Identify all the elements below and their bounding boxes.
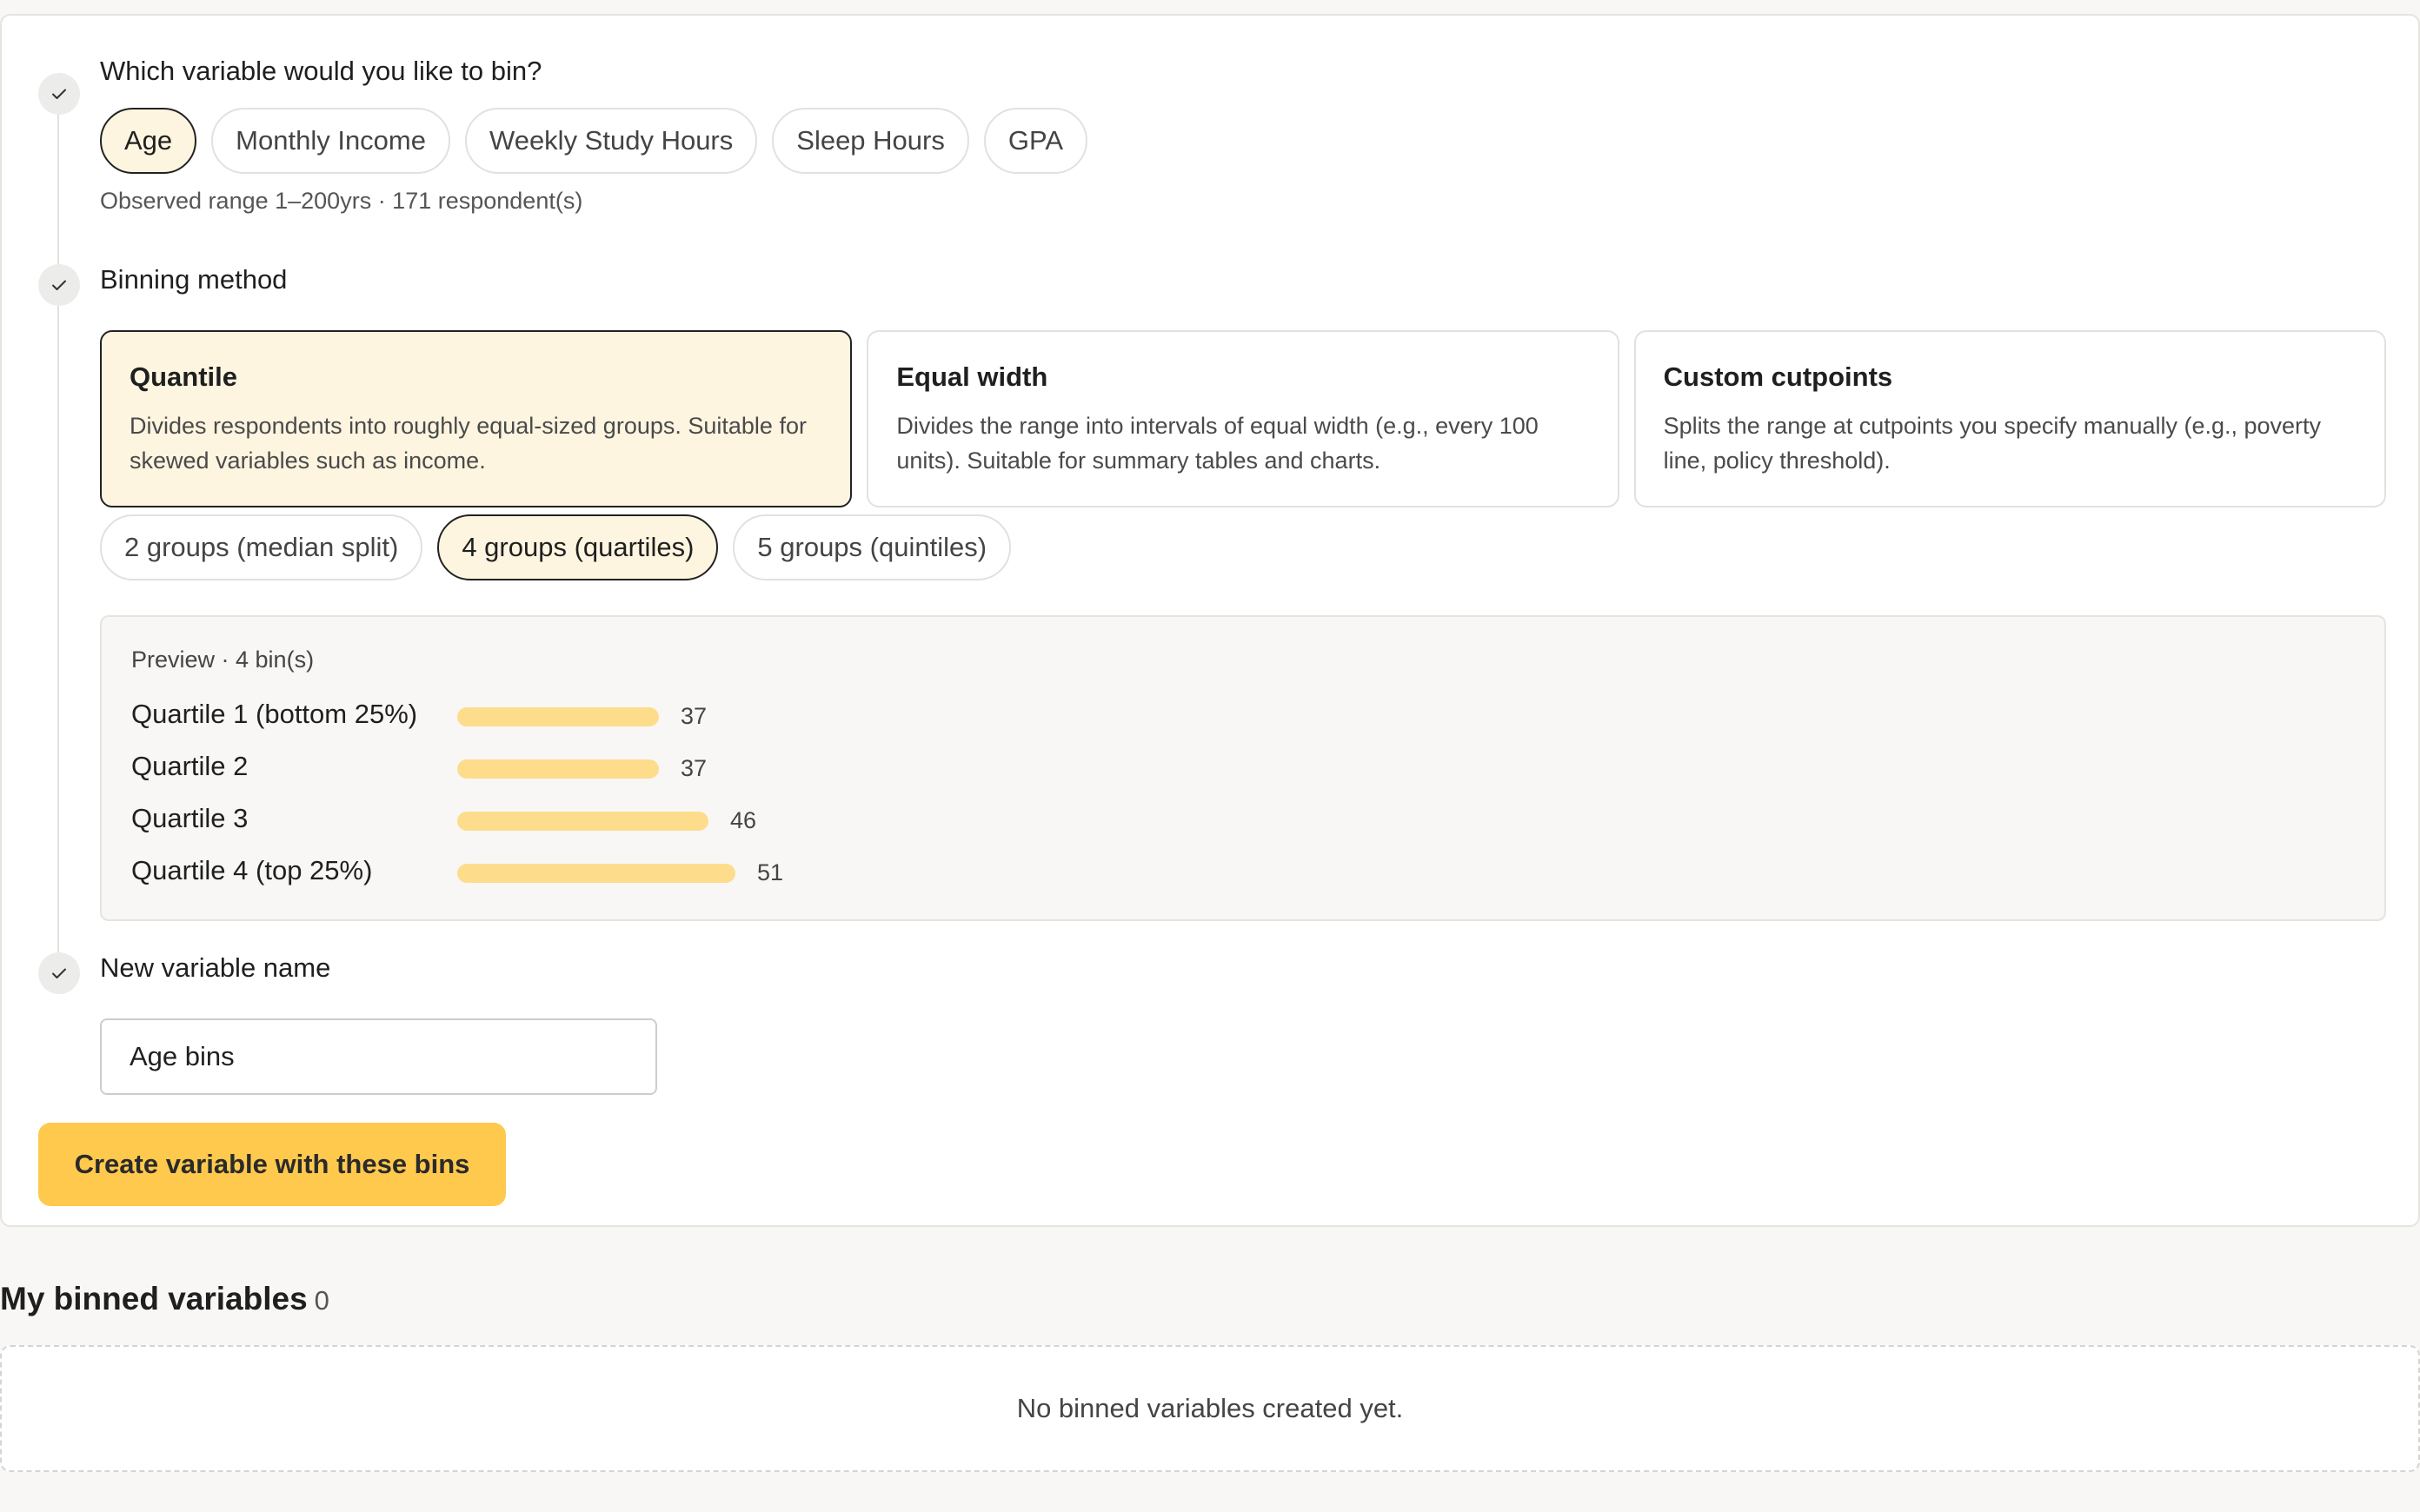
bin-bar (457, 707, 659, 726)
variable-options: Age Monthly Income Weekly Study Hours Sl… (100, 108, 1088, 174)
bin-row: Quartile 4 (top 25%) 51 (131, 853, 1174, 888)
method-title: Custom cutpoints (1663, 361, 1893, 392)
variable-option-monthly-income[interactable]: Monthly Income (211, 108, 450, 174)
bin-row: Quartile 1 (bottom 25%) 37 (131, 697, 1174, 732)
group-option-quartiles[interactable]: 4 groups (quartiles) (437, 514, 719, 580)
binned-variables-title: My binned variables (0, 1281, 308, 1316)
bin-name: Quartile 2 (131, 751, 249, 781)
binned-variables-heading: My binned variables 0 (0, 1281, 329, 1317)
bin-count: 46 (730, 807, 757, 833)
bin-name: Quartile 4 (top 25%) (131, 855, 373, 885)
bin-name: Quartile 3 (131, 803, 249, 833)
variable-name-input[interactable] (100, 1018, 657, 1095)
bin-preview: Preview · 4 bin(s) Quartile 1 (bottom 25… (100, 615, 2386, 921)
group-option-quintiles[interactable]: 5 groups (quintiles) (733, 514, 1012, 580)
variable-option-sleep-hours[interactable]: Sleep Hours (772, 108, 969, 174)
method-card-custom-cutpoints[interactable]: Custom cutpoints Splits the range at cut… (1633, 330, 2386, 507)
check-icon (38, 264, 80, 306)
binning-panel: Which variable would you like to bin? Ag… (0, 14, 2420, 1227)
group-options: 2 groups (median split) 4 groups (quarti… (100, 514, 1012, 580)
method-description: Splits the range at cutpoints you specif… (1663, 413, 2322, 474)
check-icon (38, 73, 80, 115)
method-description: Divides respondents into roughly equal-s… (130, 413, 807, 474)
method-card-quantile[interactable]: Quantile Divides respondents into roughl… (100, 330, 853, 507)
bin-bar (457, 812, 708, 831)
step-rail (57, 103, 59, 963)
variable-option-gpa[interactable]: GPA (983, 108, 1088, 174)
bin-count: 37 (681, 755, 708, 781)
variable-option-weekly-study-hours[interactable]: Weekly Study Hours (465, 108, 758, 174)
bin-row: Quartile 3 46 (131, 801, 1174, 836)
bin-bar (457, 759, 659, 779)
method-title: Quantile (130, 361, 238, 392)
variable-option-age[interactable]: Age (100, 108, 197, 174)
method-description: Divides the range into intervals of equa… (896, 413, 1539, 474)
variable-step-title: Which variable would you like to bin? (100, 56, 542, 86)
method-options: Quantile Divides respondents into roughl… (100, 330, 2386, 507)
bin-count: 51 (757, 859, 784, 885)
group-option-median-split[interactable]: 2 groups (median split) (100, 514, 423, 580)
create-variable-button[interactable]: Create variable with these bins (38, 1123, 506, 1206)
name-step-title: New variable name (100, 952, 331, 983)
method-step-title: Binning method (100, 264, 288, 295)
method-title: Equal width (896, 361, 1048, 392)
binned-variables-count: 0 (314, 1285, 329, 1316)
bin-name: Quartile 1 (bottom 25%) (131, 699, 418, 729)
bin-row: Quartile 2 37 (131, 749, 1174, 784)
observed-range-hint: Observed range 1–200yrs · 171 respondent… (100, 188, 583, 214)
empty-message: No binned variables created yet. (1016, 1393, 1404, 1423)
binned-variables-empty-state: No binned variables created yet. (0, 1345, 2420, 1472)
bin-count: 37 (681, 703, 708, 729)
bin-bar (457, 864, 735, 883)
check-icon (38, 952, 80, 994)
preview-label: Preview · 4 bin(s) (131, 647, 315, 673)
method-card-equal-width[interactable]: Equal width Divides the range into inter… (867, 330, 1619, 507)
